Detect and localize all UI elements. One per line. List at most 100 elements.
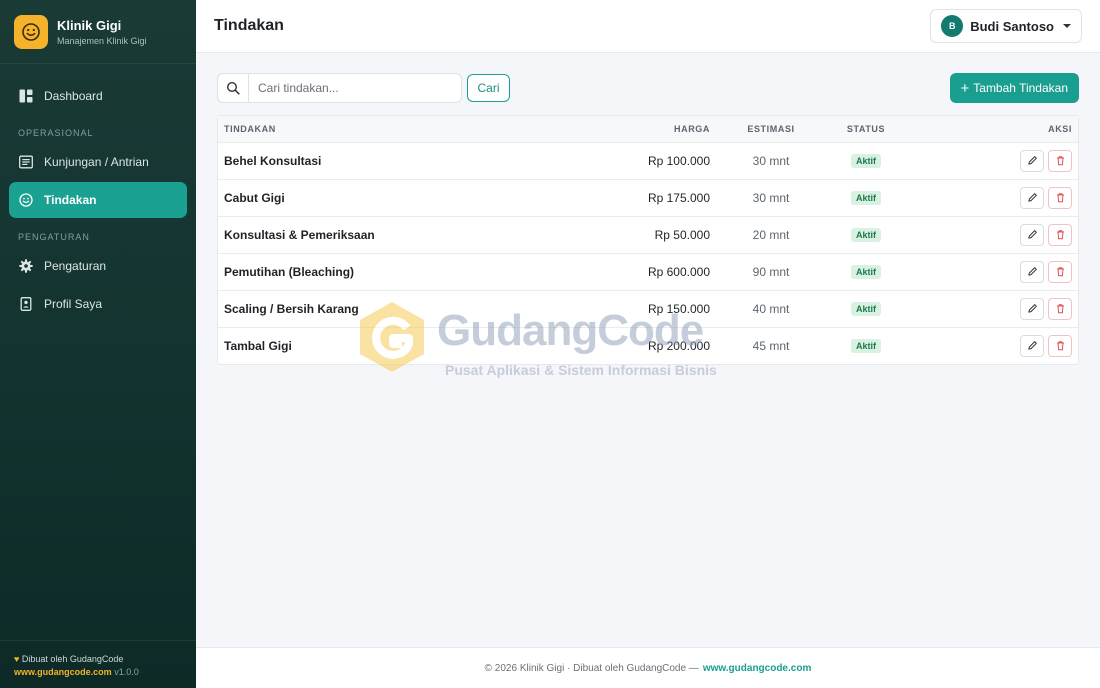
tindakan-estimate: 45 mnt — [752, 338, 790, 353]
status-badge: Aktif — [851, 191, 881, 205]
nav-section-pengaturan: PENGATURAN — [18, 232, 90, 242]
table-header-row: TINDAKAN HARGA ESTIMASI STATUS AKSI — [218, 116, 1078, 142]
heart-icon: ♥ — [14, 654, 20, 664]
tindakan-table: TINDAKAN HARGA ESTIMASI STATUS AKSI Behe… — [217, 115, 1079, 365]
brand[interactable]: Klinik Gigi Manajemen Klinik Gigi — [0, 0, 196, 64]
delete-button[interactable] — [1048, 297, 1072, 320]
tindakan-price: Rp 100.000 — [647, 153, 710, 168]
status-badge: Aktif — [851, 302, 881, 316]
tindakan-name: Tambal Gigi — [224, 338, 292, 353]
plus-icon: + — [960, 79, 970, 97]
status-badge: Aktif — [851, 265, 881, 279]
avatar: B — [941, 15, 964, 37]
add-tindakan-button[interactable]: + Tambah Tindakan — [949, 73, 1079, 103]
brand-name: Klinik Gigi — [57, 17, 122, 33]
smile-icon — [19, 193, 33, 207]
pencil-icon — [1027, 156, 1037, 165]
edit-button[interactable] — [1020, 186, 1044, 209]
delete-button[interactable] — [1048, 334, 1072, 357]
pencil-icon — [1027, 341, 1037, 350]
nav-section-operasional: OPERASIONAL — [18, 128, 94, 138]
sidebar-item-label: Pengaturan — [44, 259, 107, 273]
pencil-icon — [1027, 304, 1037, 313]
search-input[interactable] — [249, 74, 461, 102]
page-title: Tindakan — [214, 17, 284, 34]
sidebar-item-tindakan[interactable]: Tindakan — [9, 182, 187, 218]
sidebar-footer: ♥ Dibuat oleh GudangCode www.gudangcode.… — [0, 640, 196, 688]
user-name: Budi Santoso — [970, 18, 1054, 34]
status-badge: Aktif — [851, 339, 881, 354]
trash-icon — [1056, 304, 1064, 314]
topbar: Tindakan B Budi Santoso — [196, 0, 1100, 53]
edit-button[interactable] — [1020, 260, 1044, 283]
tindakan-name: Behel Konsultasi — [224, 153, 322, 168]
column-header-aksi: AKSI — [1048, 123, 1072, 134]
table-body: Behel Konsultasi Rp 100.000 30 mnt Aktif… — [218, 142, 1078, 364]
tindakan-estimate: 20 mnt — [752, 227, 790, 242]
delete-button[interactable] — [1048, 223, 1072, 246]
column-header-tindakan: TINDAKAN — [224, 123, 276, 134]
sidebar-nav: Dashboard OPERASIONAL Kunjungan / Antria… — [0, 64, 196, 322]
tindakan-price: Rp 175.000 — [647, 190, 710, 205]
made-by-text: Dibuat oleh GudangCode — [21, 654, 124, 664]
trash-icon — [1056, 230, 1064, 240]
sidebar-item-profil[interactable]: Profil Saya — [9, 286, 187, 322]
status-badge: Aktif — [851, 228, 881, 242]
dashboard-icon — [19, 89, 33, 103]
toolbar: Cari + Tambah Tindakan — [217, 73, 1079, 103]
caret-down-icon — [1063, 24, 1071, 28]
footer-site-link[interactable]: www.gudangcode.com — [703, 663, 812, 674]
page-footer: © 2026 Klinik Gigi · Dibuat oleh GudangC… — [196, 647, 1100, 688]
table-row: Cabut Gigi Rp 175.000 30 mnt Aktif — [218, 179, 1078, 216]
edit-button[interactable] — [1020, 223, 1044, 246]
tindakan-name: Pemutihan (Bleaching) — [224, 264, 355, 279]
search-box — [217, 73, 462, 103]
version-text: v1.0.0 — [114, 667, 139, 677]
table-row: Behel Konsultasi Rp 100.000 30 mnt Aktif — [218, 142, 1078, 179]
sidebar-item-kunjungan[interactable]: Kunjungan / Antrian — [9, 144, 187, 180]
tindakan-price: Rp 600.000 — [647, 264, 710, 279]
tindakan-estimate: 40 mnt — [752, 301, 790, 316]
sidebar-item-label: Kunjungan / Antrian — [44, 155, 149, 169]
tindakan-estimate: 30 mnt — [752, 153, 790, 168]
column-header-harga: HARGA — [674, 123, 710, 134]
sidebar-item-label: Profil Saya — [44, 297, 103, 311]
delete-button[interactable] — [1048, 186, 1072, 209]
tindakan-estimate: 30 mnt — [752, 190, 790, 205]
sidebar-item-label: Dashboard — [44, 89, 103, 103]
sidebar-item-label: Tindakan — [44, 193, 97, 207]
table-row: Konsultasi & Pemeriksaan Rp 50.000 20 mn… — [218, 216, 1078, 253]
table-row: Scaling / Bersih Karang Rp 150.000 40 mn… — [218, 290, 1078, 327]
edit-button[interactable] — [1020, 149, 1044, 172]
delete-button[interactable] — [1048, 149, 1072, 172]
sidebar-item-dashboard[interactable]: Dashboard — [9, 78, 187, 114]
sidebar-item-pengaturan[interactable]: Pengaturan — [9, 248, 187, 284]
add-button-label: Tambah Tindakan — [973, 81, 1068, 95]
edit-button[interactable] — [1020, 297, 1044, 320]
tindakan-price: Rp 200.000 — [647, 338, 710, 353]
search-button[interactable]: Cari — [467, 74, 510, 102]
tindakan-name: Cabut Gigi — [224, 190, 285, 205]
trash-icon — [1056, 341, 1064, 351]
pencil-icon — [1027, 230, 1037, 239]
list-icon — [19, 155, 33, 169]
trash-icon — [1056, 156, 1064, 166]
sidebar-site-link[interactable]: www.gudangcode.com — [14, 667, 112, 677]
trash-icon — [1056, 193, 1064, 203]
pencil-icon — [1027, 193, 1037, 202]
delete-button[interactable] — [1048, 260, 1072, 283]
tindakan-price: Rp 50.000 — [654, 227, 710, 242]
column-header-status: STATUS — [846, 123, 886, 134]
table-row: Tambal Gigi Rp 200.000 45 mnt Aktif — [218, 327, 1078, 364]
tindakan-price: Rp 150.000 — [647, 301, 710, 316]
smile-logo-icon — [14, 14, 48, 49]
tindakan-name: Konsultasi & Pemeriksaan — [224, 227, 375, 242]
trash-icon — [1056, 267, 1064, 277]
tindakan-estimate: 90 mnt — [752, 264, 790, 279]
brand-subtitle: Manajemen Klinik Gigi — [57, 35, 147, 46]
search-icon — [218, 74, 249, 102]
edit-button[interactable] — [1020, 334, 1044, 357]
footer-text: © 2026 Klinik Gigi · Dibuat oleh GudangC… — [484, 662, 699, 674]
user-menu-button[interactable]: B Budi Santoso — [930, 9, 1082, 43]
id-badge-icon — [19, 297, 33, 311]
